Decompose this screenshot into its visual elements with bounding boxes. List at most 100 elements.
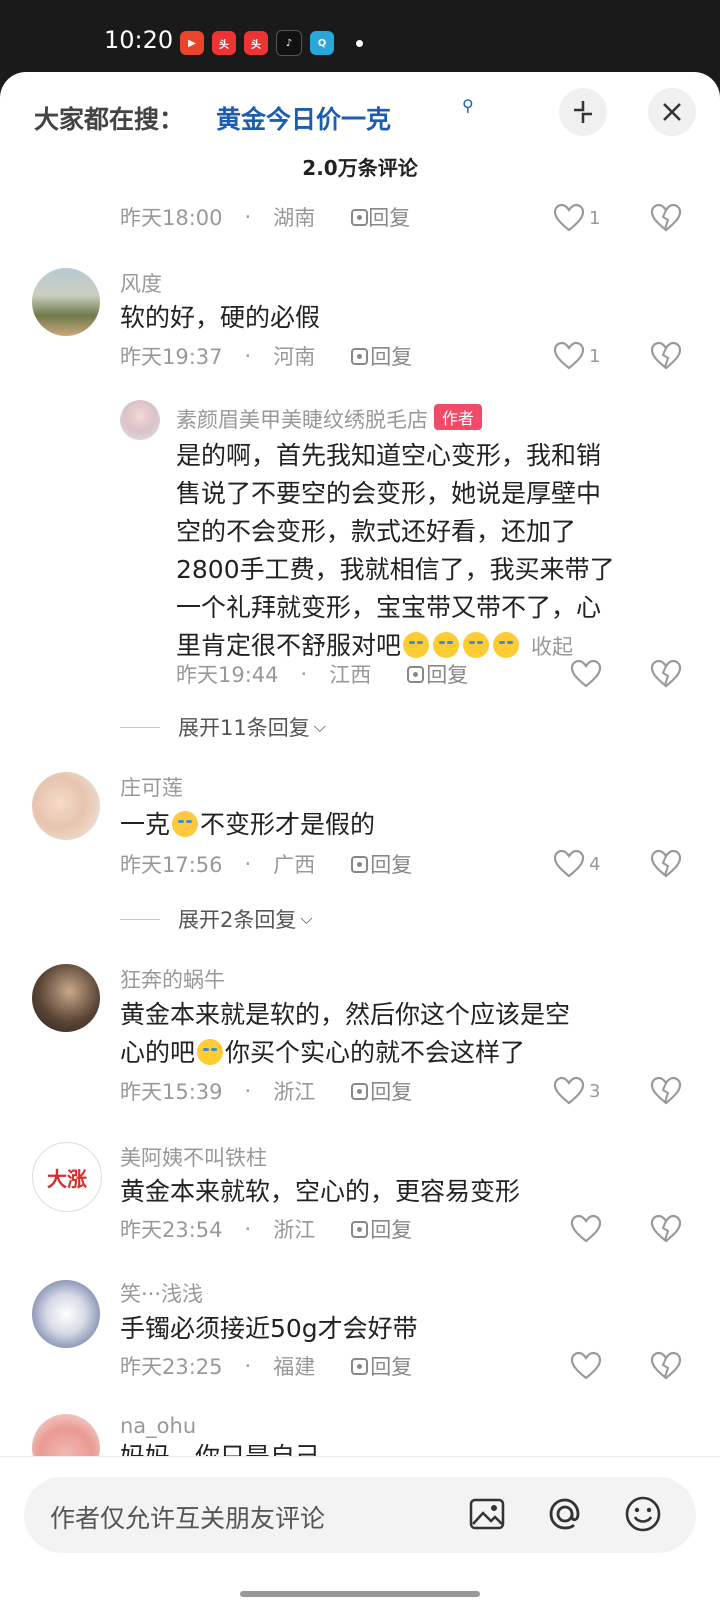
comment-time: 昨天18:00 [120,206,223,230]
reply-text: 是的啊，首先我知道空心变形，我和销 售说了不要空的会变形，她说是厚壁中 空的不会… [176,441,615,660]
like-count: 4 [589,853,601,875]
heart-icon [553,849,585,878]
reply-icon [351,208,369,226]
collapse-link[interactable]: 收起 [531,635,573,659]
chevron-down-icon: ⌵ [313,717,326,736]
heart-icon [570,1351,602,1380]
like-button[interactable]: 1 [553,341,600,371]
comment-username[interactable]: na_ohu [120,1414,196,1438]
dislike-button[interactable] [650,203,682,237]
input-placeholder: 作者仅允许互关朋友评论 [50,1504,326,1533]
comment-text: 手镯必须接近50g才会好带 [120,1314,418,1343]
reply-button[interactable]: 回复 [351,1351,412,1381]
mention-icon[interactable] [546,1495,584,1537]
comment-username[interactable]: 笑···浅浅 [120,1278,203,1308]
reply-button[interactable]: 回复 [351,341,412,371]
like-button[interactable]: 4 [553,849,600,879]
comment-time: 昨天17:56 [120,853,223,877]
comment-location: 湖南 [273,206,316,230]
avatar[interactable] [32,1280,100,1348]
status-time: 10:20 [104,26,174,54]
status-app-icons: ▶ 头 头 ♪ Q [180,30,363,56]
comment-username[interactable]: 风度 [120,268,162,298]
broken-heart-icon [650,1214,682,1243]
comment-location: 江西 [329,663,372,687]
dislike-button[interactable] [650,1214,682,1248]
status-bar: 10:20 ▶ 头 头 ♪ Q [0,0,720,72]
broken-heart-icon [650,1076,682,1105]
like-button[interactable] [570,1214,602,1244]
comments-sheet: 大家都在搜： 黄金今日价一克 ⚲ 2.0万条评论 昨天18:00 · 湖南 回复… [0,72,720,1600]
comment-username[interactable]: 狂奔的蜗牛 [120,964,225,994]
shrink-icon [574,101,592,123]
emoji-icon[interactable] [624,1495,662,1537]
heart-icon [553,341,585,370]
comment-location: 河南 [273,345,316,369]
notification-dot [356,39,363,47]
chevron-down-icon: ⌵ [300,909,313,928]
video-app-icon: ▶ [180,31,204,55]
reply-button[interactable]: 回复 [407,659,468,689]
avatar[interactable] [32,964,100,1032]
dislike-button[interactable] [650,1351,682,1385]
comment-meta: 昨天18:00 · 湖南 回复 [120,202,410,232]
dislike-button[interactable] [650,1076,682,1110]
comment-time: 昨天23:54 [120,1218,223,1242]
dislike-button[interactable] [650,849,682,883]
comment-meta: 昨天19:37 · 河南 回复 [120,341,412,371]
broken-heart-icon [650,849,682,878]
reply-button[interactable]: 回复 [351,202,410,232]
reply-icon [407,665,425,683]
comment-location: 浙江 [273,1218,316,1242]
like-count: 3 [589,1080,601,1102]
expand-replies-button[interactable]: 展开11条回复 ⌵ [120,712,326,742]
comment-location: 福建 [273,1355,316,1379]
comment-location: 浙江 [273,1080,316,1104]
avatar[interactable]: 大涨 [32,1142,102,1212]
heart-icon [570,659,602,688]
comment-username[interactable]: 美阿姨不叫铁柱 [120,1142,267,1172]
avatar[interactable] [32,772,100,840]
comment-time: 昨天15:39 [120,1080,223,1104]
comment-text: 黄金本来就是软的，然后你这个应该是空 心的吧 你买个实心的就不会这样了 [120,1000,571,1067]
comment-time: 昨天19:44 [176,663,279,687]
home-indicator [240,1591,480,1597]
minimize-button[interactable] [559,88,607,136]
heart-icon [553,1076,585,1105]
avatar[interactable] [32,268,100,336]
comment-text: 妈妈，你只是自己 [120,1438,320,1456]
comment-meta: 昨天23:54 · 浙江 回复 [120,1214,412,1244]
crying-emoji-icon [433,632,460,658]
dislike-button[interactable] [650,341,682,375]
reply-icon [351,855,369,873]
search-icon: ⚲ [462,96,474,115]
toutiao-icon: 头 [244,31,268,55]
comment-input[interactable]: 作者仅允许互关朋友评论 [24,1477,696,1553]
close-button[interactable] [648,88,696,136]
comment-location: 广西 [273,853,316,877]
like-button[interactable] [570,1351,602,1381]
broken-heart-icon [650,659,682,688]
like-count: 1 [589,207,601,229]
expand-replies-button[interactable]: 展开2条回复 ⌵ [120,904,313,934]
reply-icon [351,347,369,365]
like-button[interactable] [570,659,602,689]
dislike-button[interactable] [650,659,682,693]
crying-emoji-icon [493,632,520,658]
search-app-icon: Q [310,31,334,55]
reply-button[interactable]: 回复 [351,1076,412,1106]
broken-heart-icon [650,203,682,232]
image-icon[interactable] [468,1495,506,1537]
reply-button[interactable]: 回复 [351,1214,412,1244]
comment-meta: 昨天23:25 · 福建 回复 [120,1351,412,1381]
search-term-link[interactable]: 黄金今日价一克 [216,100,391,136]
reply-button[interactable]: 回复 [351,849,412,879]
comment-time: 昨天19:37 [120,345,223,369]
like-button[interactable]: 1 [553,203,600,233]
like-button[interactable]: 3 [553,1076,600,1106]
broken-heart-icon [650,1351,682,1380]
avatar[interactable] [120,400,160,440]
comment-username[interactable]: 庄可莲 [120,772,183,802]
close-icon [663,103,681,121]
reply-username[interactable]: 素颜眉美甲美睫纹绣脱毛店 作者 [176,404,483,434]
